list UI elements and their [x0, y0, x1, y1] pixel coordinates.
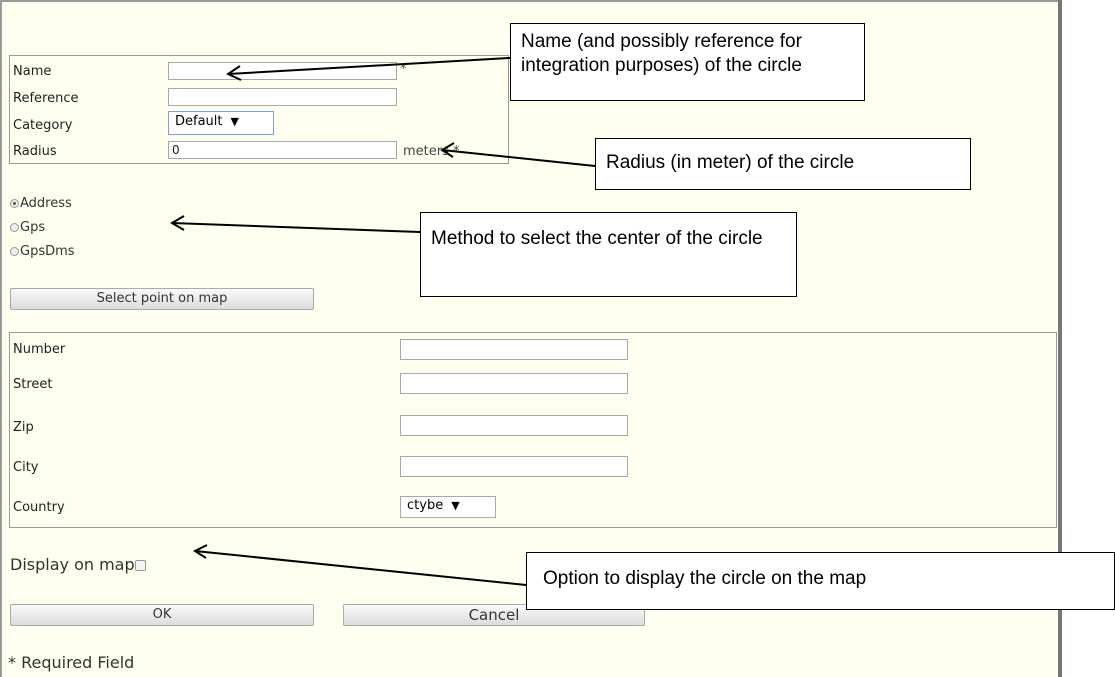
name-callout-arrow: [227, 57, 511, 75]
method-callout: Method to select the center of the circl…: [420, 212, 797, 297]
display-callout: Option to display the circle on the map: [526, 552, 1115, 610]
radius-callout-arrow: [441, 149, 596, 167]
name-callout: Name (and possibly reference for integra…: [510, 23, 865, 101]
method-callout-arrow: [171, 222, 421, 233]
radius-callout: Radius (in meter) of the circle: [595, 138, 971, 190]
display-callout-arrow: [194, 550, 527, 586]
